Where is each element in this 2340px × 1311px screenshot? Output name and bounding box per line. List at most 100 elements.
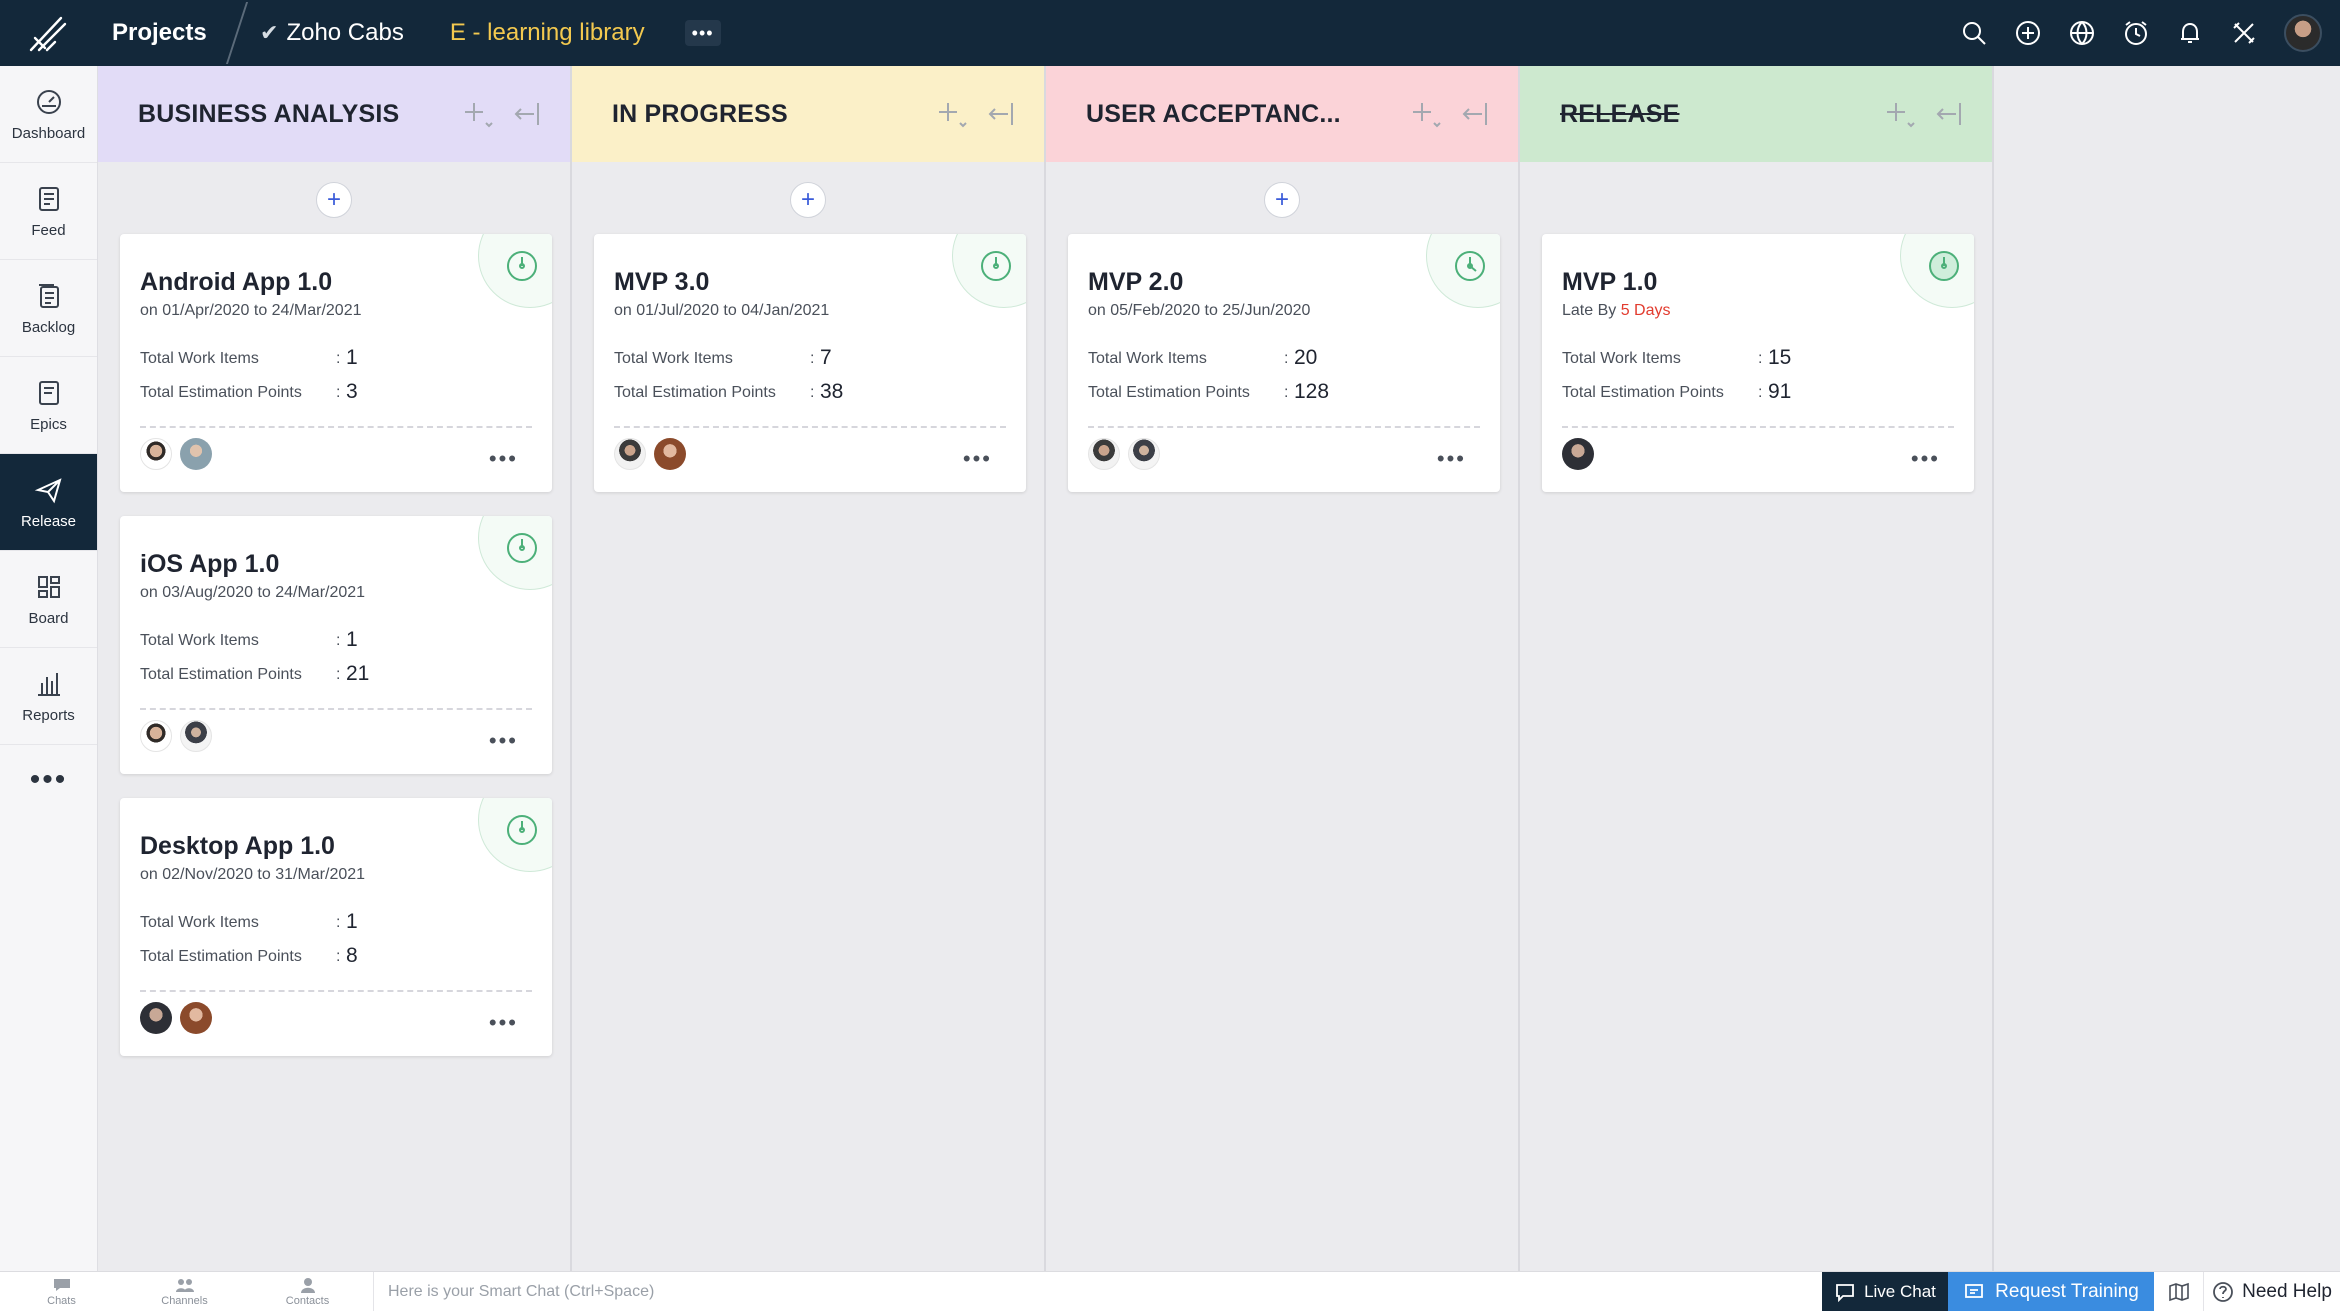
collapse-column-icon[interactable] bbox=[1932, 97, 1966, 131]
add-card-button[interactable]: + bbox=[790, 182, 826, 218]
work-items-label: Total Work Items bbox=[140, 350, 259, 367]
more-options-button[interactable]: ••• bbox=[684, 20, 721, 46]
nav-label: Feed bbox=[31, 221, 66, 239]
card-more-button[interactable]: ••• bbox=[1437, 446, 1466, 472]
avatar[interactable] bbox=[140, 1002, 172, 1034]
nav-board[interactable]: Board bbox=[0, 551, 97, 648]
add-release-icon[interactable] bbox=[934, 97, 968, 131]
release-card[interactable]: MVP 3.0 on 01/Jul/2020 to 04/Jan/2021 To… bbox=[594, 234, 1026, 492]
estimation-label: Total Estimation Points bbox=[140, 384, 302, 401]
live-chat-label: Live Chat bbox=[1864, 1281, 1936, 1301]
column-user-acceptance: USER ACCEPTANC... + MVP 2.0 on 05/Feb/20… bbox=[1046, 66, 1520, 1271]
card-more-button[interactable]: ••• bbox=[963, 446, 992, 472]
estimation-value: 21 bbox=[346, 662, 370, 685]
card-title: MVP 3.0 bbox=[614, 268, 710, 296]
estimation-label: Total Estimation Points bbox=[140, 948, 302, 965]
live-chat-button[interactable]: Live Chat bbox=[1822, 1271, 1948, 1311]
column-in-progress: IN PROGRESS + MVP 3.0 on 01/Jul/2020 to … bbox=[572, 66, 1046, 1271]
colon: : bbox=[1284, 384, 1289, 401]
avatar[interactable] bbox=[654, 438, 686, 470]
collapse-column-icon[interactable] bbox=[510, 97, 544, 131]
colon: : bbox=[1758, 350, 1763, 367]
avatar[interactable] bbox=[1088, 438, 1120, 470]
release-card[interactable]: MVP 1.0 Late By 5 Days Total Work Items … bbox=[1542, 234, 1974, 492]
request-training-button[interactable]: Request Training bbox=[1948, 1271, 2154, 1311]
add-release-icon[interactable] bbox=[1408, 97, 1442, 131]
colon: : bbox=[336, 914, 341, 931]
epics-icon bbox=[38, 380, 59, 405]
avatar[interactable] bbox=[614, 438, 646, 470]
plus-circle-icon[interactable] bbox=[2014, 19, 2042, 47]
release-card[interactable]: Android App 1.0 on 01/Apr/2020 to 24/Mar… bbox=[120, 234, 552, 492]
avatar[interactable] bbox=[1128, 438, 1160, 470]
nav-backlog[interactable]: Backlog bbox=[0, 260, 97, 357]
bell-icon[interactable] bbox=[2176, 19, 2204, 47]
map-button[interactable] bbox=[2154, 1271, 2204, 1311]
card-avatars bbox=[140, 1002, 212, 1034]
chats-label: Chats bbox=[47, 1294, 76, 1307]
card-more-button[interactable]: ••• bbox=[489, 1010, 518, 1036]
avatar[interactable] bbox=[180, 1002, 212, 1034]
search-icon[interactable] bbox=[1960, 19, 1988, 47]
release-card[interactable]: Desktop App 1.0 on 02/Nov/2020 to 31/Mar… bbox=[120, 798, 552, 1056]
user-avatar[interactable] bbox=[2284, 14, 2322, 52]
nav-reports[interactable]: Reports bbox=[0, 648, 97, 745]
card-more-button[interactable]: ••• bbox=[489, 446, 518, 472]
avatar[interactable] bbox=[180, 720, 212, 752]
nav-dashboard[interactable]: Dashboard bbox=[0, 66, 97, 163]
card-more-button[interactable]: ••• bbox=[1911, 446, 1940, 472]
column-title: RELEASE bbox=[1560, 99, 1680, 128]
need-help-button[interactable]: Need Help bbox=[2204, 1272, 2340, 1311]
card-divider bbox=[614, 426, 1006, 428]
nav-release[interactable]: Release bbox=[0, 454, 97, 551]
chats-button[interactable]: Chats bbox=[0, 1272, 123, 1311]
estimation-value: 38 bbox=[820, 380, 844, 403]
estimation-label: Total Estimation Points bbox=[614, 384, 776, 401]
timer-badge bbox=[478, 516, 552, 590]
timer-badge bbox=[952, 234, 1026, 308]
card-divider bbox=[140, 426, 532, 428]
contacts-label: Contacts bbox=[285, 1294, 330, 1307]
add-release-icon[interactable] bbox=[1882, 97, 1916, 131]
channels-button[interactable]: Channels bbox=[123, 1272, 246, 1311]
release-card[interactable]: MVP 2.0 on 05/Feb/2020 to 25/Jun/2020 To… bbox=[1068, 234, 1500, 492]
timer-icon bbox=[507, 533, 537, 563]
card-more-button[interactable]: ••• bbox=[489, 728, 518, 754]
nav-more-button[interactable]: ••• bbox=[0, 745, 97, 815]
contacts-button[interactable]: Contacts bbox=[246, 1272, 369, 1311]
column-header: USER ACCEPTANC... bbox=[1046, 66, 1518, 162]
add-card-button[interactable]: + bbox=[316, 182, 352, 218]
avatar[interactable] bbox=[1562, 438, 1594, 470]
avatar[interactable] bbox=[140, 720, 172, 752]
backlog-icon bbox=[38, 283, 59, 308]
check-icon: ✔ bbox=[260, 20, 279, 45]
avatar[interactable] bbox=[140, 438, 172, 470]
chat-bubble-icon bbox=[53, 1278, 70, 1291]
avatar[interactable] bbox=[180, 438, 212, 470]
estimation-label: Total Estimation Points bbox=[1088, 384, 1250, 401]
tools-icon[interactable] bbox=[2230, 19, 2258, 47]
breadcrumb-project[interactable]: ✔ Zoho Cabs bbox=[260, 19, 404, 47]
work-items-value: 7 bbox=[820, 346, 832, 369]
estimation-value: 91 bbox=[1768, 380, 1792, 403]
work-items-value: 1 bbox=[346, 910, 358, 933]
add-release-icon[interactable] bbox=[460, 97, 494, 131]
project-name: Zoho Cabs bbox=[286, 19, 404, 46]
board-icon bbox=[37, 575, 60, 598]
app-logo[interactable] bbox=[0, 0, 96, 66]
smart-chat-input[interactable]: Here is your Smart Chat (Ctrl+Space) bbox=[373, 1271, 1822, 1311]
alarm-icon[interactable] bbox=[2122, 19, 2150, 47]
nav-epics[interactable]: Epics bbox=[0, 357, 97, 454]
add-card-button[interactable]: + bbox=[1264, 182, 1300, 218]
work-items-label: Total Work Items bbox=[140, 632, 259, 649]
nav-feed[interactable]: Feed bbox=[0, 163, 97, 260]
card-title: MVP 1.0 bbox=[1562, 268, 1658, 296]
globe-icon[interactable] bbox=[2068, 19, 2096, 47]
collapse-column-icon[interactable] bbox=[984, 97, 1018, 131]
collapse-column-icon[interactable] bbox=[1458, 97, 1492, 131]
top-actions bbox=[1960, 0, 2340, 66]
column-title: USER ACCEPTANC... bbox=[1086, 99, 1341, 128]
release-card[interactable]: iOS App 1.0 on 03/Aug/2020 to 24/Mar/202… bbox=[120, 516, 552, 774]
projects-link[interactable]: Projects bbox=[96, 19, 236, 47]
breadcrumb-subproject[interactable]: E - learning library bbox=[450, 19, 645, 47]
